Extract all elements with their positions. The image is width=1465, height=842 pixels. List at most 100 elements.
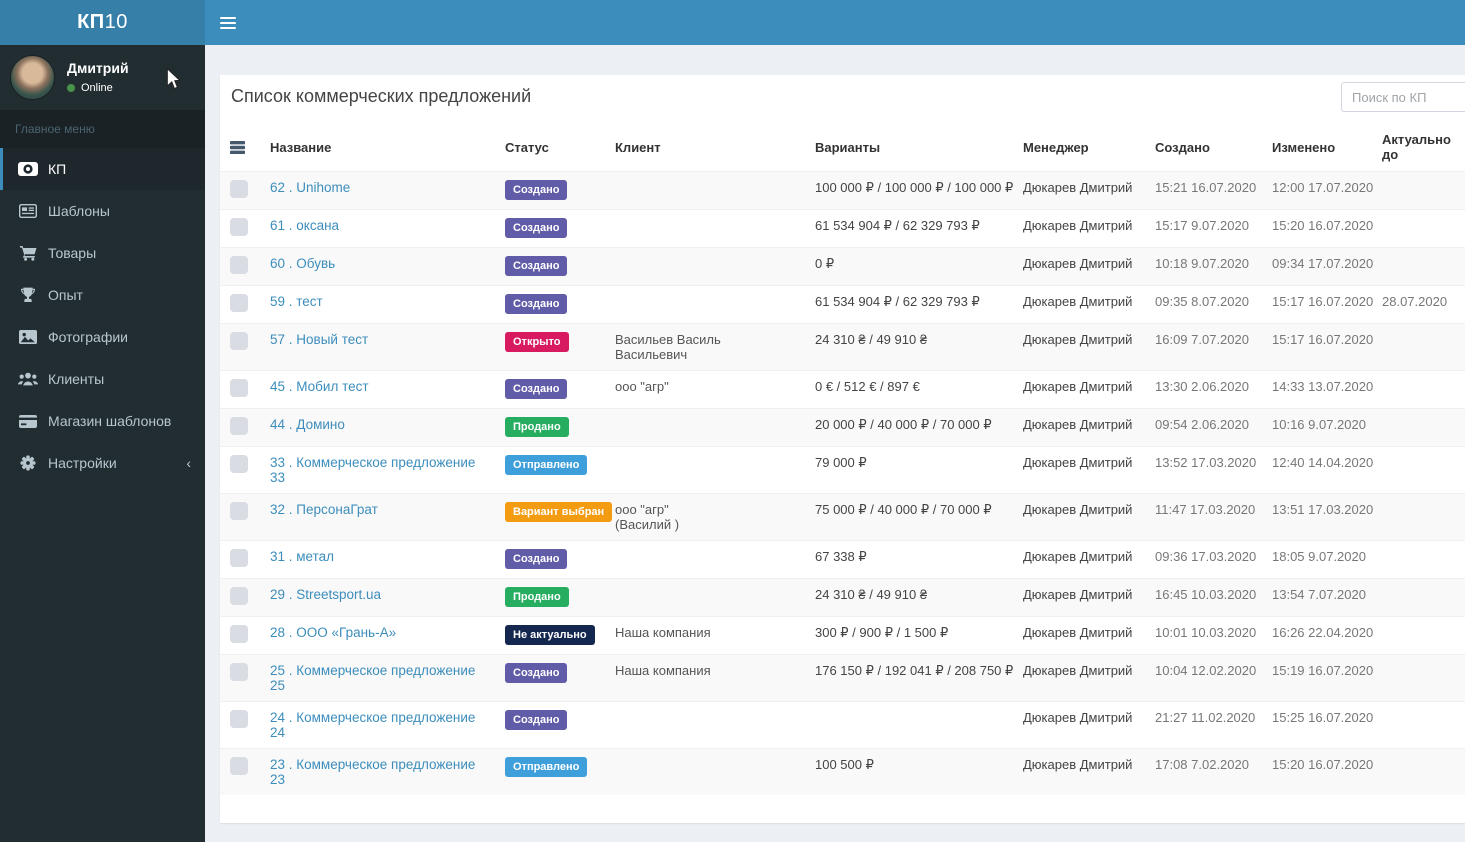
sidebar-item-template-store[interactable]: Магазин шаблонов [0,400,205,442]
app-logo[interactable]: КП10 [0,0,205,45]
proposal-link[interactable]: 23 . Коммерческое предложение 23 [270,757,475,787]
proposals-table: Название Статус Клиент Варианты Менеджер… [220,123,1465,795]
proposal-link[interactable]: 62 . Unihome [270,180,350,195]
table-row: 24 . Коммерческое предложение 24 Создано… [220,701,1465,749]
variants-cell: 300 ₽ / 900 ₽ / 1 500 ₽ [805,616,1013,655]
manager-cell: Дюкарев Дмитрий [1013,285,1145,324]
client-cell [605,578,805,617]
proposal-link[interactable]: 57 . Новый тест [270,332,368,347]
variants-cell: 79 000 ₽ [805,446,1013,494]
sidebar-item-templates[interactable]: Шаблоны [0,190,205,232]
sidebar-item-experience[interactable]: Опыт [0,274,205,316]
proposal-link[interactable]: 28 . ООО «Грань-А» [270,625,396,640]
row-checkbox[interactable] [230,502,248,520]
row-checkbox[interactable] [230,587,248,605]
sidebar-item-label: Настройки [48,455,117,471]
manager-cell: Дюкарев Дмитрий [1013,323,1145,371]
row-checkbox[interactable] [230,625,248,643]
sidebar-item-label: Шаблоны [48,203,110,219]
col-header-name: Название [270,139,332,155]
row-checkbox[interactable] [230,663,248,681]
status-badge: Создано [505,663,568,683]
variants-cell: 20 000 ₽ / 40 000 ₽ / 70 000 ₽ [805,408,1013,447]
online-status-icon [67,84,75,92]
proposal-link[interactable]: 61 . оксана [270,218,339,233]
manager-cell: Дюкарев Дмитрий [1013,578,1145,617]
manager-cell: Дюкарев Дмитрий [1013,654,1145,702]
app-logo-bold: КП [77,11,105,33]
modified-cell: 09:34 17.07.2020 [1262,247,1373,286]
proposal-link[interactable]: 24 . Коммерческое предложение 24 [270,710,475,740]
proposal-link[interactable]: 44 . Домино [270,417,345,432]
status-badge: Продано [505,417,569,437]
sidebar-item-kp[interactable]: КП [0,148,205,190]
proposal-link[interactable]: 29 . Streetsport.ua [270,587,381,602]
row-checkbox[interactable] [230,455,248,473]
card-icon [18,413,38,429]
app-logo-number: 10 [104,11,128,33]
manager-cell: Дюкарев Дмитрий [1013,247,1145,286]
table-row: 23 . Коммерческое предложение 23 Отправл… [220,748,1465,795]
proposal-link[interactable]: 25 . Коммерческое предложение 25 [270,663,475,693]
actual-cell [1372,408,1465,447]
row-checkbox[interactable] [230,294,248,312]
sidebar-item-products[interactable]: Товары [0,232,205,274]
top-navbar [205,0,1465,45]
sidebar-item-photos[interactable]: Фотографии [0,316,205,358]
table-row: 45 . Мобил тест Создано ооо "агр" 0 € / … [220,370,1465,409]
search-input[interactable] [1341,82,1465,112]
row-checkbox[interactable] [230,332,248,350]
content-area: Список коммерческих предложений Название… [205,45,1465,842]
row-checkbox[interactable] [230,379,248,397]
created-cell: 09:36 17.03.2020 [1145,540,1262,579]
actual-cell [1372,247,1465,286]
proposal-link[interactable]: 32 . ПерсонаГрат [270,502,378,517]
client-cell [605,408,805,447]
user-status-label: Online [81,82,113,94]
actual-cell: 28.07.2020 [1372,285,1465,324]
client-cell [605,701,805,749]
hamburger-icon [220,16,236,19]
row-checkbox[interactable] [230,417,248,435]
created-cell: 10:18 9.07.2020 [1145,247,1262,286]
proposal-link[interactable]: 45 . Мобил тест [270,379,369,394]
sidebar-item-settings[interactable]: Настройки ‹ [0,442,205,484]
status-badge: Создано [505,379,568,399]
sidebar-item-label: Клиенты [48,371,105,387]
actual-cell [1372,493,1465,541]
actual-cell [1372,446,1465,494]
row-checkbox[interactable] [230,757,248,775]
created-cell: 10:04 12.02.2020 [1145,654,1262,702]
manager-cell: Дюкарев Дмитрий [1013,171,1145,210]
sidebar-toggle-button[interactable] [205,0,251,45]
actual-cell [1372,323,1465,371]
row-checkbox[interactable] [230,256,248,274]
client-cell [605,209,805,248]
row-checkbox[interactable] [230,180,248,198]
table-header-row: Название Статус Клиент Варианты Менеджер… [220,123,1465,172]
image-icon [18,329,38,345]
sidebar-section-header: Главное меню [0,110,205,148]
row-checkbox[interactable] [230,710,248,728]
status-badge: Создано [505,180,568,200]
proposal-link[interactable]: 31 . метал [270,549,334,564]
manager-cell: Дюкарев Дмитрий [1013,701,1145,749]
row-checkbox[interactable] [230,218,248,236]
table-row: 32 . ПерсонаГрат Вариант выбран ооо "агр… [220,493,1465,541]
client-cell: Наша компания [605,616,805,655]
proposal-link[interactable]: 60 . Обувь [270,256,335,271]
row-checkbox[interactable] [230,549,248,567]
client-cell: ооо "агр" [605,370,805,409]
status-badge: Создано [505,218,568,238]
created-cell: 15:21 16.07.2020 [1145,171,1262,210]
sidebar-item-clients[interactable]: Клиенты [0,358,205,400]
status-badge: Вариант выбран [505,502,613,522]
modified-cell: 13:51 17.03.2020 [1262,493,1373,541]
status-badge: Создано [505,256,568,276]
user-status: Online [67,82,129,94]
created-cell: 13:30 2.06.2020 [1145,370,1262,409]
modified-cell: 15:20 16.07.2020 [1262,748,1373,795]
sidebar-item-label: Фотографии [48,329,129,345]
proposal-link[interactable]: 59 . тест [270,294,323,309]
proposal-link[interactable]: 33 . Коммерческое предложение 33 [270,455,475,485]
